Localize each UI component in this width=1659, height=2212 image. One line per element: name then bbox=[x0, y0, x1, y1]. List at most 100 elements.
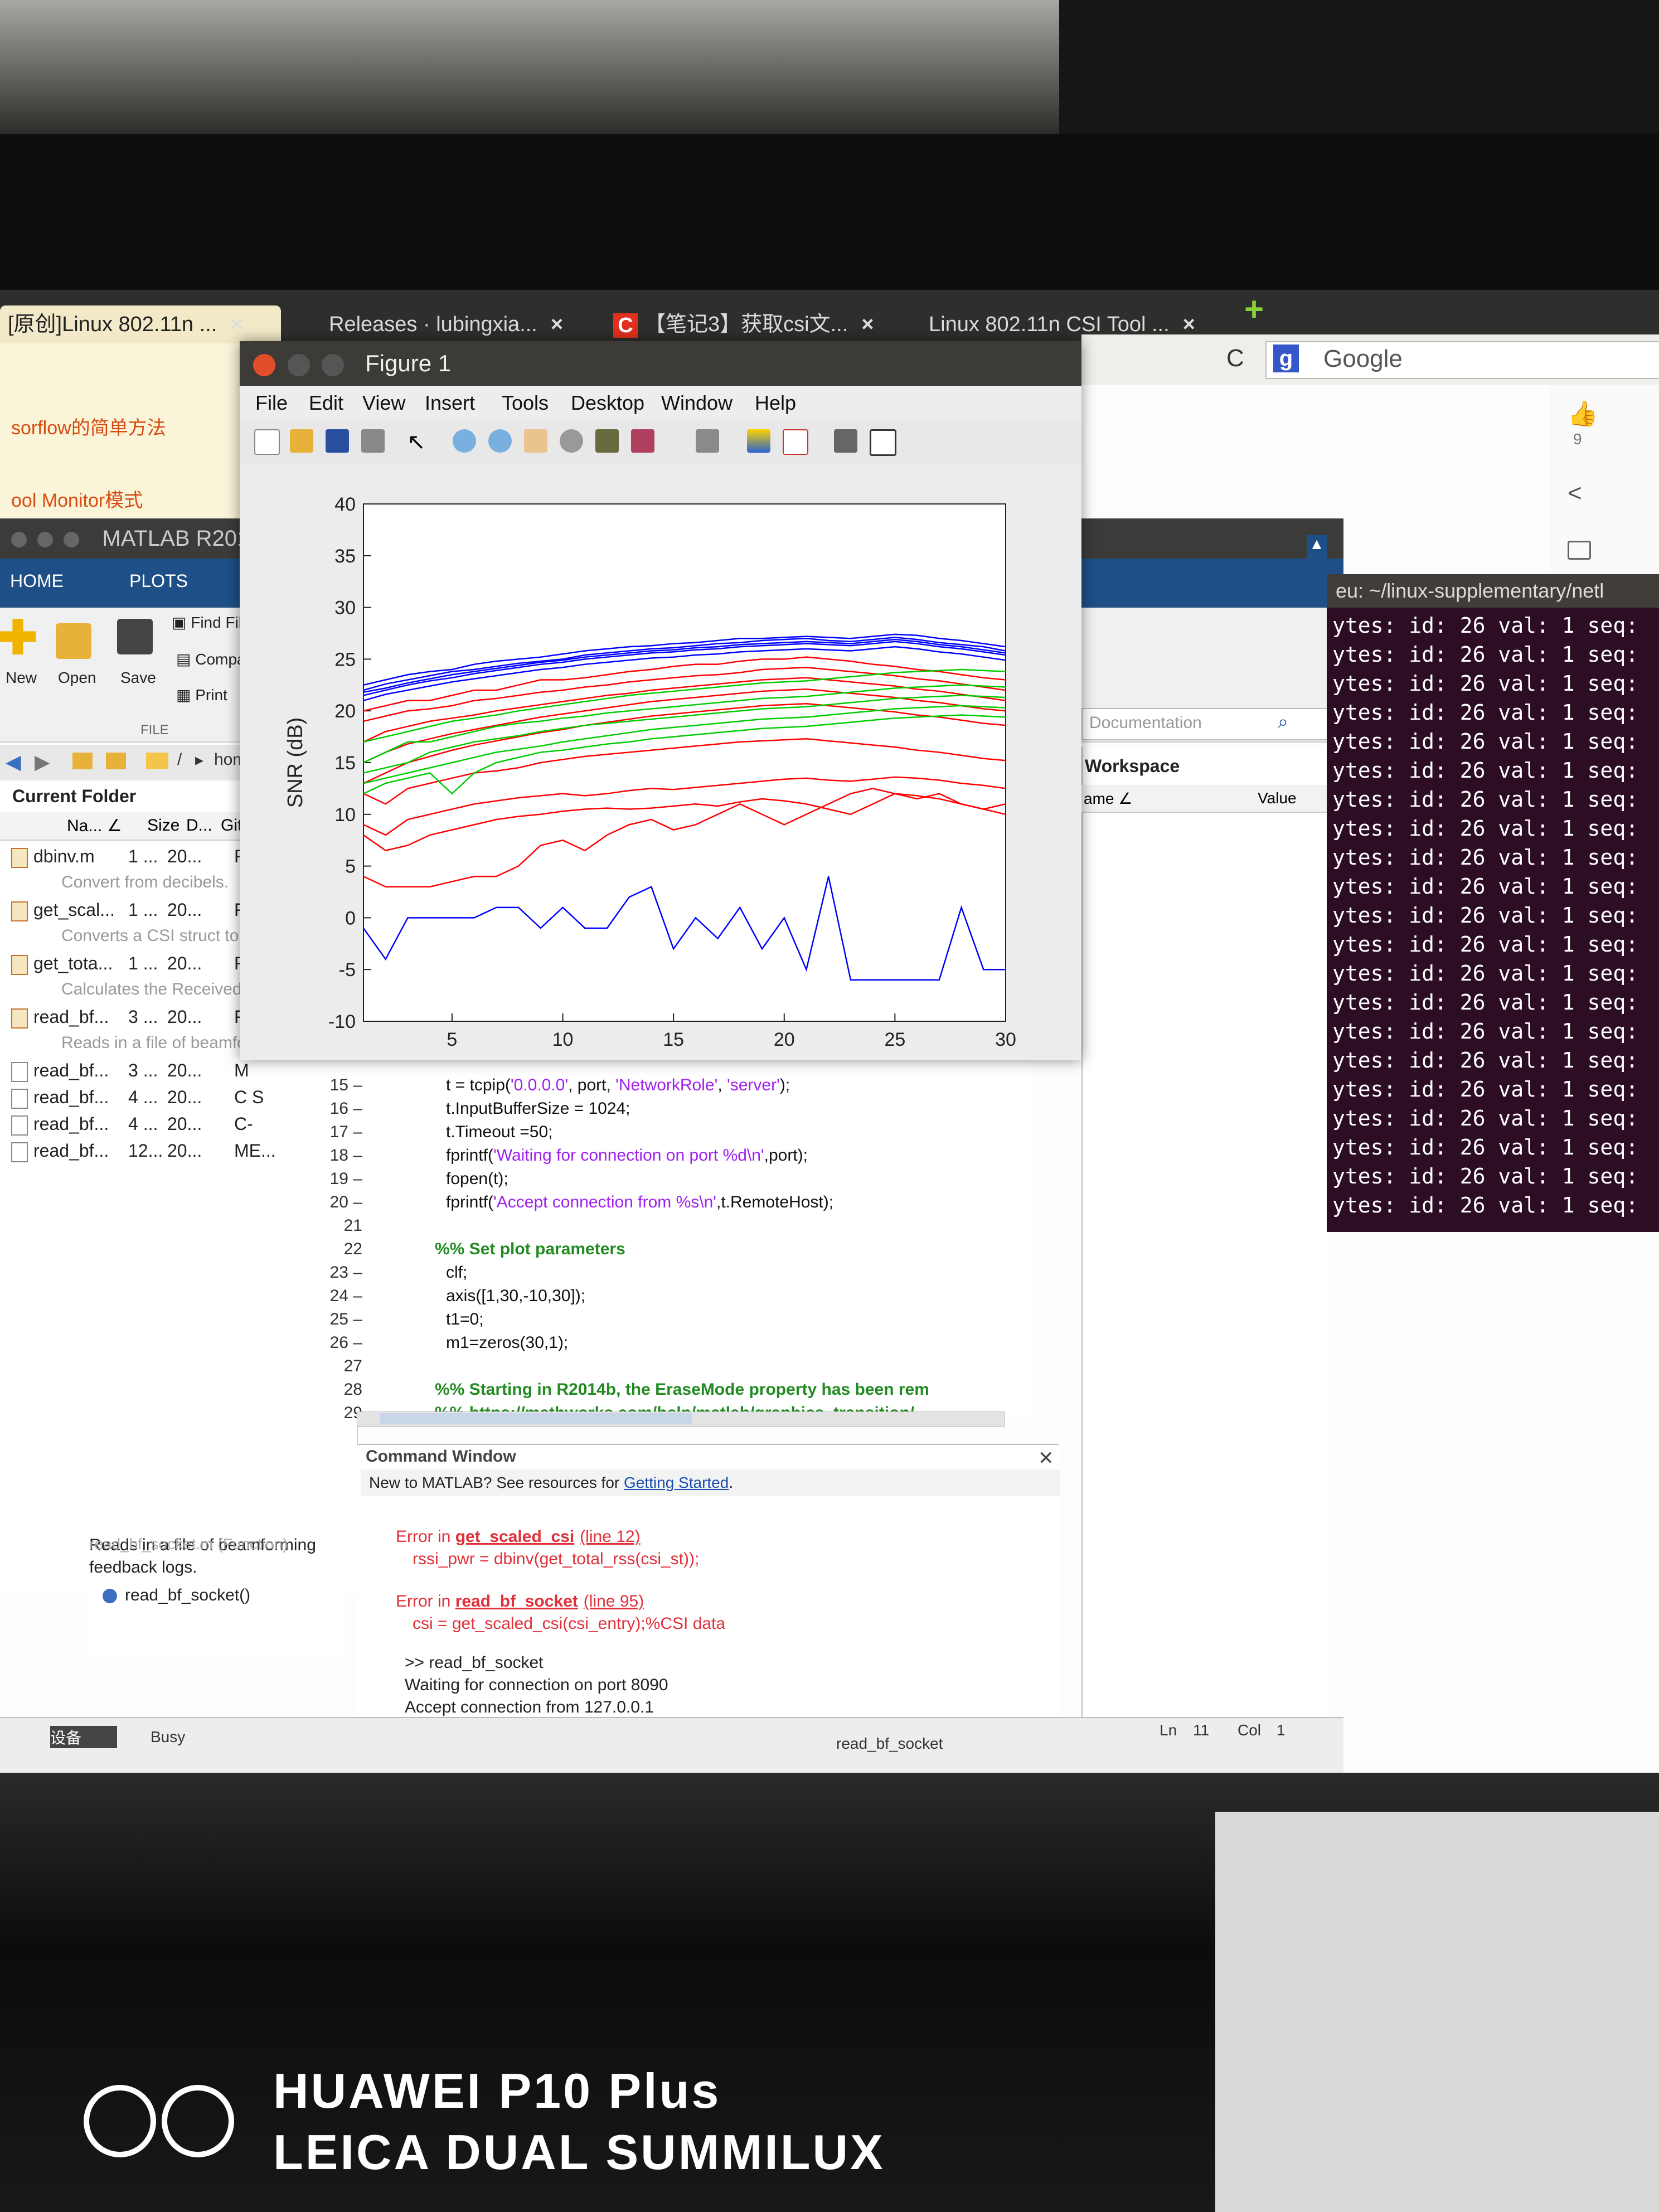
menu-edit[interactable]: Edit bbox=[309, 391, 343, 415]
column-name[interactable]: ame ∠ bbox=[1084, 789, 1132, 808]
thumbs-up-icon[interactable]: 👍 bbox=[1568, 399, 1598, 428]
tab-home[interactable]: HOME bbox=[10, 571, 64, 591]
print-button[interactable]: ▦ Print bbox=[176, 686, 227, 704]
menu-insert[interactable]: Insert bbox=[425, 391, 475, 415]
file-row[interactable]: get_scal...1 ...20...Fu bbox=[11, 900, 255, 921]
editor-hscrollbar[interactable] bbox=[357, 1411, 1005, 1427]
open-file-icon[interactable] bbox=[290, 429, 313, 453]
terminal-line: ytes: id: 26 val: 1 seq: bbox=[1332, 671, 1639, 696]
window-maximize-icon[interactable] bbox=[64, 532, 80, 548]
collapse-icon[interactable]: ▲ bbox=[1307, 535, 1327, 569]
column-name[interactable]: Na... ∠ bbox=[67, 816, 122, 836]
error-line-link[interactable]: (line 95) bbox=[584, 1592, 644, 1611]
window-maximize-icon[interactable] bbox=[322, 353, 345, 376]
pointer-icon[interactable]: ↖ bbox=[407, 429, 430, 454]
menu-window[interactable]: Window bbox=[661, 391, 733, 415]
column-git[interactable]: Git bbox=[221, 816, 242, 835]
pan-icon[interactable] bbox=[524, 429, 547, 453]
comment-icon[interactable] bbox=[1568, 541, 1591, 560]
like-count: 9 bbox=[1573, 430, 1582, 448]
menu-help[interactable]: Help bbox=[755, 391, 796, 415]
code-line[interactable]: %% Starting in R2014b, the EraseMode pro… bbox=[435, 1380, 929, 1399]
rotate-icon[interactable] bbox=[560, 429, 583, 453]
window-minimize-icon[interactable] bbox=[287, 353, 310, 376]
share-icon[interactable]: < bbox=[1568, 479, 1582, 507]
code-line[interactable]: fprintf('Waiting for connection on port … bbox=[446, 1146, 808, 1165]
data-cursor-icon[interactable] bbox=[595, 429, 619, 453]
link-plot-icon[interactable] bbox=[696, 429, 719, 453]
code-line[interactable]: axis([1,30,-10,30]); bbox=[446, 1287, 585, 1306]
file-row[interactable]: read_bf... 4 ... 20... C S bbox=[11, 1087, 264, 1109]
file-row[interactable]: dbinv.m1 ...20...Fu bbox=[11, 846, 255, 868]
back-icon[interactable]: ◀ bbox=[6, 750, 21, 774]
column-value[interactable]: Value bbox=[1258, 789, 1297, 807]
code-line[interactable]: m1=zeros(30,1); bbox=[446, 1333, 568, 1352]
menu-desktop[interactable]: Desktop bbox=[571, 391, 644, 415]
close-icon[interactable]: × bbox=[230, 313, 242, 336]
web-link[interactable]: ool Monitor模式 bbox=[11, 485, 143, 512]
column-date[interactable]: D... bbox=[186, 816, 212, 835]
show-tools-icon[interactable] bbox=[870, 429, 896, 456]
file-row[interactable]: read_bf... 12... 20... ME... bbox=[11, 1141, 276, 1162]
menu-view[interactable]: View bbox=[362, 391, 405, 415]
path-root[interactable]: / bbox=[177, 750, 182, 769]
code-line[interactable]: t1=0; bbox=[446, 1310, 484, 1329]
browse-folder-icon[interactable] bbox=[106, 753, 126, 769]
close-icon[interactable]: ✕ bbox=[1038, 1447, 1054, 1469]
file-row[interactable]: read_bf... 4 ... 20... C- bbox=[11, 1114, 253, 1136]
window-minimize-icon[interactable] bbox=[37, 532, 54, 548]
window-close-icon[interactable] bbox=[253, 353, 275, 376]
new-button[interactable]: New bbox=[6, 669, 37, 687]
error-function-link[interactable]: get_scaled_csi bbox=[455, 1527, 574, 1546]
reload-icon[interactable]: C bbox=[1226, 345, 1244, 372]
code-string: 'server' bbox=[727, 1076, 780, 1094]
close-icon[interactable]: × bbox=[1183, 313, 1195, 336]
close-icon[interactable]: × bbox=[861, 313, 874, 336]
menu-tools[interactable]: Tools bbox=[502, 391, 549, 415]
settings-button[interactable]: 设备 bbox=[50, 1726, 117, 1748]
error-line-link[interactable]: (line 12) bbox=[580, 1527, 640, 1546]
file-row[interactable]: get_tota...1 ...20...Fu bbox=[11, 953, 255, 975]
up-folder-icon[interactable] bbox=[72, 753, 93, 769]
code-line[interactable]: t.InputBufferSize = 1024; bbox=[446, 1099, 630, 1118]
browser-tab-3[interactable]: C 【笔记3】获取csi文... × bbox=[613, 305, 914, 343]
print-figure-icon[interactable] bbox=[361, 429, 385, 453]
file-row[interactable]: read_bf... 3 ... 20... M bbox=[11, 1060, 249, 1082]
scrollbar-thumb[interactable] bbox=[380, 1413, 692, 1424]
search-icon[interactable]: ⌕ bbox=[1278, 711, 1288, 733]
code-line[interactable]: fprintf('Accept connection from %s\n',t.… bbox=[446, 1193, 833, 1212]
zoom-out-icon[interactable] bbox=[488, 429, 512, 453]
x-tick-label: 20 bbox=[774, 1029, 795, 1050]
new-tab-button[interactable]: + bbox=[1244, 290, 1264, 328]
file-row[interactable]: read_bf...3 ...20...Fu bbox=[11, 1007, 255, 1029]
save-figure-icon[interactable] bbox=[326, 429, 349, 453]
code-line[interactable]: t.Timeout =50; bbox=[446, 1123, 552, 1142]
code-line[interactable]: %% Set plot parameters bbox=[435, 1240, 625, 1259]
code-line[interactable]: t = tcpip('0.0.0.0', port, 'NetworkRole'… bbox=[446, 1076, 790, 1095]
forward-icon[interactable]: ▶ bbox=[35, 750, 50, 774]
menu-file[interactable]: File bbox=[255, 391, 288, 415]
error-function-link[interactable]: read_bf_socket bbox=[455, 1592, 578, 1611]
hide-tools-icon[interactable] bbox=[834, 429, 857, 453]
browser-tab-1[interactable]: [原创]Linux 802.11n ... × bbox=[0, 305, 281, 343]
getting-started-link[interactable]: Getting Started bbox=[624, 1474, 729, 1491]
file-size: 4 ... bbox=[128, 1087, 158, 1107]
window-close-icon[interactable] bbox=[11, 532, 27, 548]
code-line[interactable]: clf; bbox=[446, 1263, 467, 1282]
zoom-in-icon[interactable] bbox=[453, 429, 476, 453]
save-button[interactable]: Save bbox=[120, 669, 156, 687]
desk-surface bbox=[1215, 1812, 1659, 2212]
column-size[interactable]: Size bbox=[147, 816, 180, 835]
new-figure-icon[interactable] bbox=[254, 429, 280, 455]
close-icon[interactable]: × bbox=[551, 313, 563, 336]
code-line[interactable]: fopen(t); bbox=[446, 1170, 508, 1189]
documentation-search[interactable]: Documentation ⌕ bbox=[1081, 708, 1329, 740]
brush-icon[interactable] bbox=[631, 429, 654, 453]
legend-icon[interactable] bbox=[783, 429, 808, 455]
tab-plots[interactable]: PLOTS bbox=[129, 571, 188, 591]
colorbar-icon[interactable] bbox=[747, 429, 770, 453]
browser-tab-2[interactable]: Releases · lubingxia... × bbox=[329, 305, 591, 343]
command-output: Waiting for connection on port 8090 bbox=[405, 1676, 668, 1694]
web-link[interactable]: sorflow的简单方法 bbox=[11, 413, 166, 440]
open-button[interactable]: Open bbox=[58, 669, 96, 687]
